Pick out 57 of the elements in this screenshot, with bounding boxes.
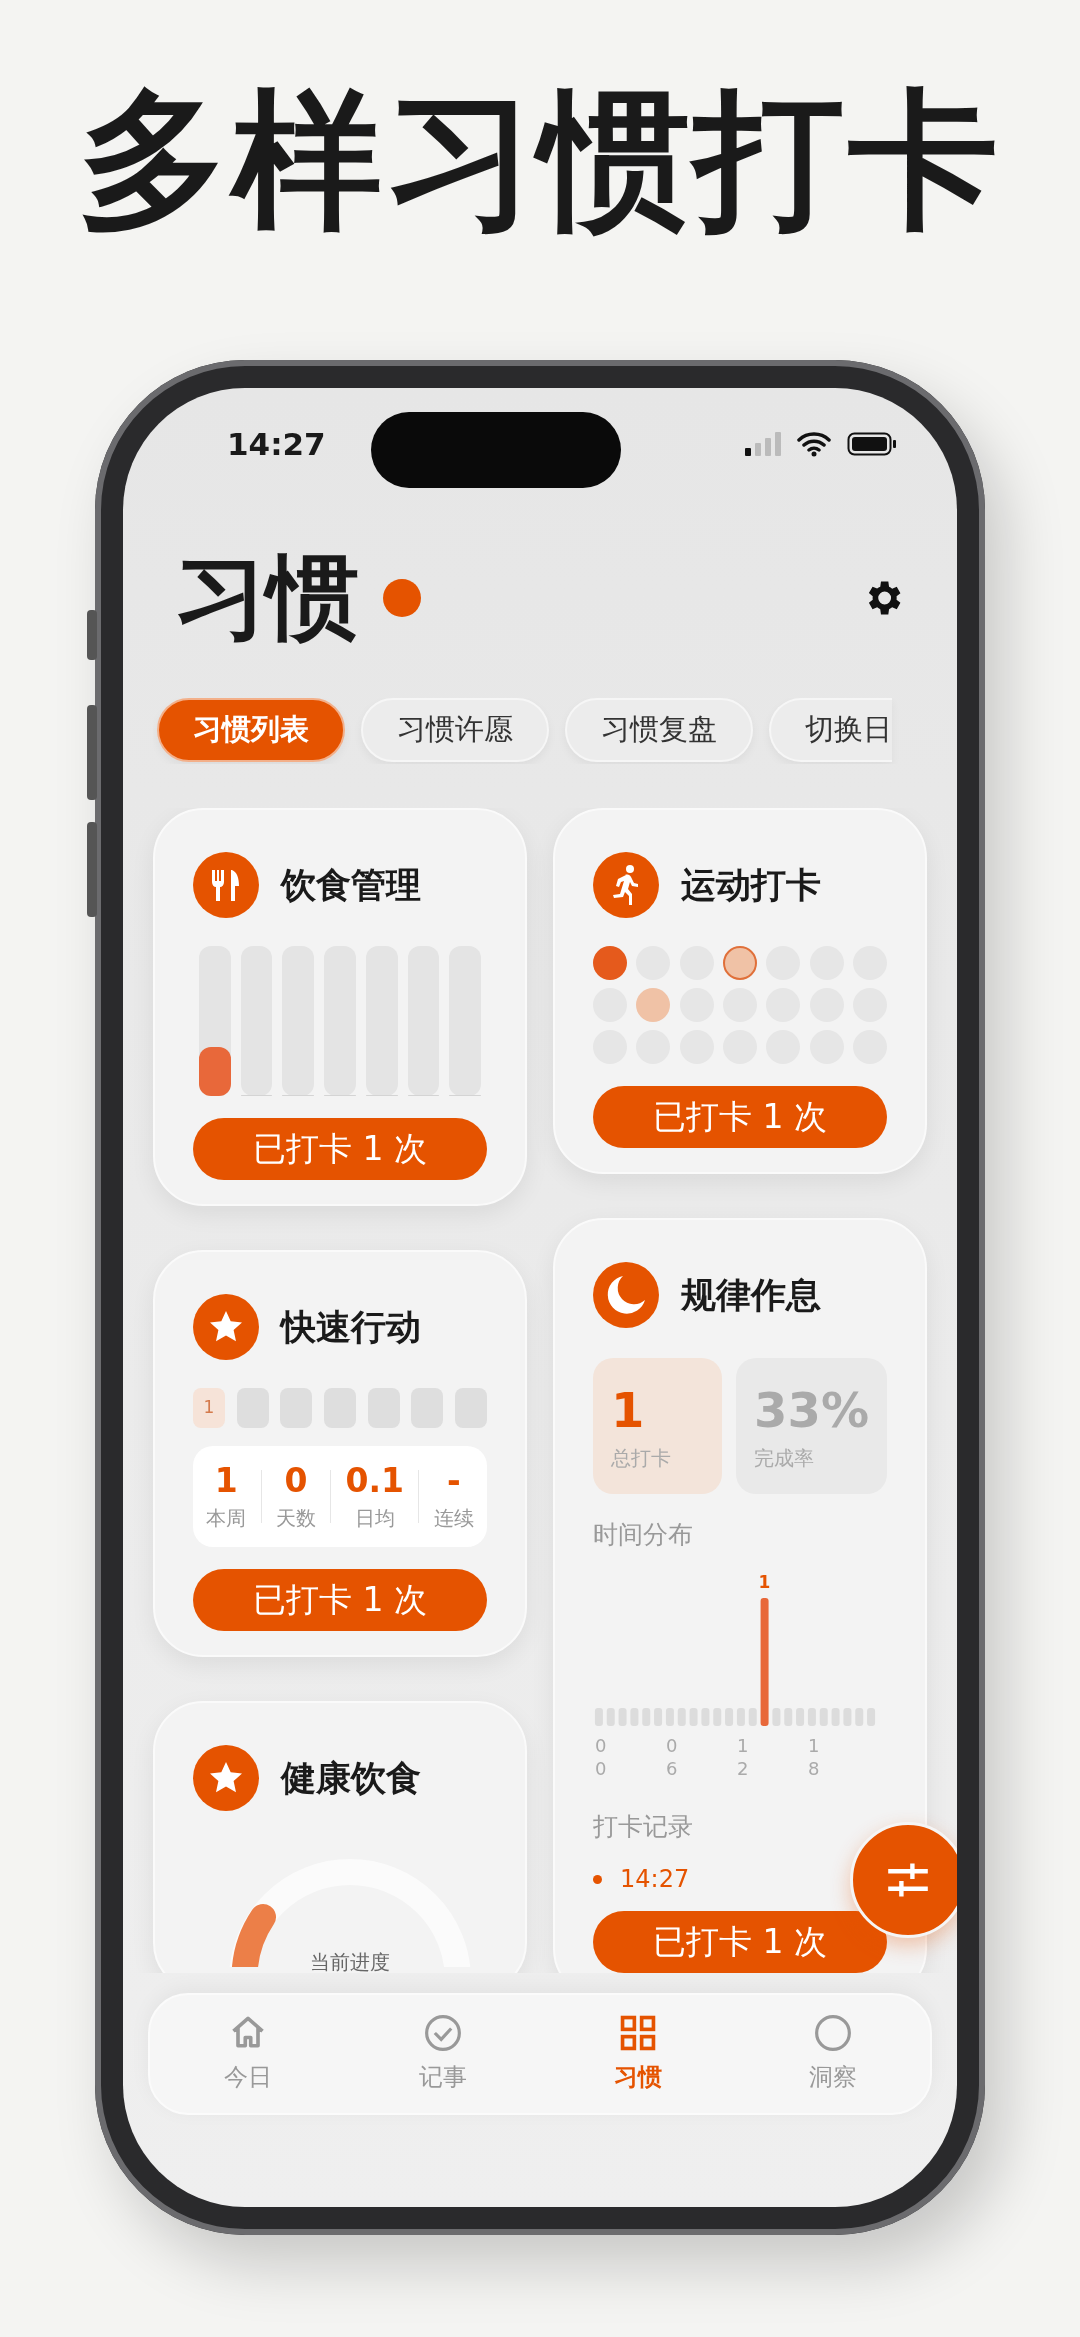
page-title: 习惯: [175, 552, 359, 644]
section-label: 时间分布: [593, 1519, 694, 1551]
axis-tick-label: 12: [737, 1733, 749, 1781]
bar-value-label: 1: [758, 1573, 771, 1591]
battery-icon: [847, 432, 897, 456]
axis-tick-label: 06: [666, 1733, 678, 1781]
check-in-button[interactable]: 已打卡 1 次: [593, 1086, 887, 1148]
habit-card[interactable]: 规律作息 1 总打卡 33% 完成率 时间分布 1 00 06 12 18 打卡记录 14:27 已打卡 1 次: [553, 1218, 927, 1973]
headline: 多样习惯打卡: [77, 72, 1003, 249]
stat-value: -: [445, 1460, 462, 1502]
check-in-button[interactable]: 已打卡 1 次: [193, 1118, 487, 1180]
nav-tab[interactable]: 记事: [382, 2012, 503, 2096]
stat-label: 日均: [353, 1504, 396, 1532]
axis-tick-label: 00: [595, 1733, 607, 1781]
status-dot: [383, 579, 421, 617]
tile-value: 33%: [754, 1384, 869, 1437]
status-time: 14:27: [227, 424, 326, 464]
moon-icon: [593, 1262, 659, 1328]
nav-tab[interactable]: 洞察: [772, 2012, 893, 2096]
day-square: 1: [193, 1388, 225, 1428]
check-in-button[interactable]: 已打卡 1 次: [593, 1911, 887, 1973]
tab[interactable]: 习惯列表: [157, 698, 345, 762]
stat-value: 0: [283, 1460, 309, 1502]
tile-label: 总打卡: [611, 1444, 672, 1472]
habit-card[interactable]: 饮食管理 已打卡 1 次: [153, 808, 527, 1206]
check-circle-icon: [422, 2013, 463, 2053]
tile-label: 完成率: [754, 1444, 816, 1472]
tab[interactable]: 切换日: [769, 698, 892, 762]
section-label: 打卡记录: [593, 1810, 694, 1843]
utensils-icon: [193, 852, 259, 918]
nav-tab[interactable]: 习惯: [577, 2012, 698, 2096]
tab[interactable]: 习惯许愿: [361, 698, 549, 762]
bullet-dot: [593, 1874, 602, 1884]
card-title: 运动打卡: [681, 863, 821, 907]
progress-caption: 当前进度: [309, 1948, 391, 1973]
stat-label: 连续: [433, 1504, 474, 1532]
habit-card[interactable]: 运动打卡 已打卡 1 次: [553, 808, 927, 1174]
signal-icon: [745, 432, 781, 456]
card-title: 饮食管理: [281, 863, 421, 907]
card-title: 健康饮食: [281, 1756, 421, 1800]
axis-tick-label: 18: [808, 1733, 820, 1781]
tab[interactable]: 习惯复盘: [565, 698, 753, 762]
record-time: 14:27: [620, 1864, 690, 1895]
stat-value: 0.1: [345, 1460, 405, 1502]
running-person-icon: [593, 852, 659, 918]
circle-icon: [812, 2013, 853, 2053]
stat-label: 天数: [275, 1504, 316, 1532]
stat-value: 1: [213, 1460, 239, 1502]
card-title: 规律作息: [681, 1273, 821, 1317]
card-title: 快速行动: [281, 1305, 421, 1349]
tile-value: 1: [611, 1384, 646, 1437]
wifi-icon: [797, 431, 831, 457]
nav-tab[interactable]: 今日: [187, 2012, 308, 2096]
check-in-button[interactable]: 已打卡 1 次: [193, 1568, 487, 1631]
stat-label: 本周: [206, 1504, 247, 1532]
habit-card[interactable]: 健康饮食 当前进度: [153, 1700, 527, 1973]
habit-card[interactable]: 快速行动 1 1 本周 0 天数 0.1 日均 - 连续 已打卡 1 次: [153, 1250, 527, 1657]
